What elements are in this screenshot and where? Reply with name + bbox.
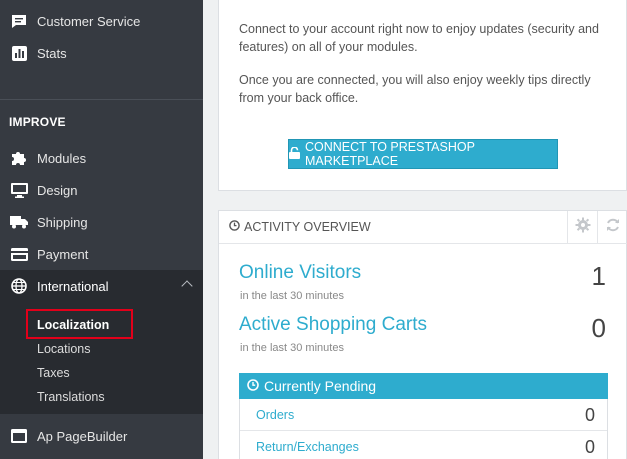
list-item: Return/Exchanges 0: [240, 431, 607, 459]
sidebar-item-shipping[interactable]: Shipping: [0, 206, 203, 238]
pending-returns-link[interactable]: Return/Exchanges: [256, 440, 359, 454]
sidebar-item-modules[interactable]: Modules: [0, 142, 203, 174]
sidebar-section-improve: IMPROVE: [9, 115, 66, 129]
connect-marketplace-button[interactable]: CONNECT TO PRESTASHOP MARKETPLACE: [288, 139, 558, 169]
sidebar-item-label: Stats: [37, 45, 67, 61]
sidebar-item-label: Design: [37, 182, 78, 198]
configure-button[interactable]: [567, 211, 597, 244]
activity-overview-title-text: ACTIVITY OVERVIEW: [244, 220, 371, 234]
online-visitors-link[interactable]: Online Visitors: [239, 262, 361, 284]
credit-card-icon: [9, 245, 29, 263]
sidebar-item-label: Ap PageBuilder: [37, 428, 128, 444]
list-item: Orders 0: [240, 399, 607, 431]
submenu-item-translations[interactable]: Translations: [37, 390, 105, 404]
connect-button-label: CONNECT TO PRESTASHOP MARKETPLACE: [305, 140, 475, 168]
active-carts-period: in the last 30 minutes: [240, 342, 344, 354]
sidebar-item-ap-pagebuilder[interactable]: Ap PageBuilder: [0, 420, 203, 452]
activity-overview-card: ACTIVITY OVERVIEW Online Visitors in the…: [218, 210, 627, 459]
clock-icon: [247, 378, 259, 394]
pending-list: Orders 0 Return/Exchanges 0: [239, 399, 608, 459]
submenu-item-taxes[interactable]: Taxes: [37, 366, 70, 380]
sidebar-item-label: International: [37, 278, 109, 294]
unlock-icon: [289, 145, 300, 162]
window-icon: [9, 427, 29, 445]
currently-pending-header: Currently Pending: [239, 373, 608, 399]
sidebar-item-label: Customer Service: [37, 13, 141, 29]
online-visitors-value: 1: [591, 261, 606, 291]
monitor-icon: [9, 181, 29, 199]
activity-overview-header: ACTIVITY OVERVIEW: [219, 211, 627, 244]
active-carts-value: 0: [591, 313, 606, 343]
sidebar-divider: [0, 99, 203, 100]
sidebar-item-label: Payment: [37, 246, 89, 262]
refresh-icon: [605, 217, 621, 238]
activity-overview-title: ACTIVITY OVERVIEW: [229, 220, 371, 234]
sidebar-item-design[interactable]: Design: [0, 174, 203, 206]
active-carts-link[interactable]: Active Shopping Carts: [239, 314, 427, 336]
sidebar-item-international[interactable]: International: [0, 270, 203, 302]
highlight-annotation: [26, 309, 133, 339]
gear-icon: [575, 217, 591, 238]
truck-icon: [9, 213, 29, 231]
sidebar-item-customer-service[interactable]: Customer Service: [0, 5, 203, 37]
chat-icon: [9, 12, 29, 30]
pending-returns-value: 0: [584, 437, 595, 457]
sidebar-item-payment[interactable]: Payment: [0, 238, 203, 270]
online-visitors-period: in the last 30 minutes: [240, 290, 344, 302]
sidebar: Customer Service Stats IMPROVE Modules D…: [0, 0, 203, 459]
pending-orders-value: 0: [584, 405, 595, 425]
refresh-button[interactable]: [597, 211, 627, 244]
connect-description: Connect to your account right now to enj…: [239, 22, 599, 54]
sidebar-item-stats[interactable]: Stats: [0, 37, 203, 69]
marketplace-connect-card: Connect to your account right now to enj…: [218, 0, 627, 191]
sidebar-item-label: Modules: [37, 150, 87, 166]
currently-pending-title: Currently Pending: [264, 378, 377, 394]
sidebar-item-label: Shipping: [37, 214, 88, 230]
chevron-up-icon[interactable]: [181, 280, 193, 292]
globe-icon: [9, 277, 29, 295]
connect-tips-description: Once you are connected, you will also en…: [239, 73, 591, 105]
clock-icon: [229, 220, 240, 234]
puzzle-icon: [9, 149, 29, 167]
submenu-item-locations[interactable]: Locations: [37, 342, 91, 356]
bar-chart-icon: [9, 44, 29, 62]
pending-orders-link[interactable]: Orders: [256, 408, 294, 422]
